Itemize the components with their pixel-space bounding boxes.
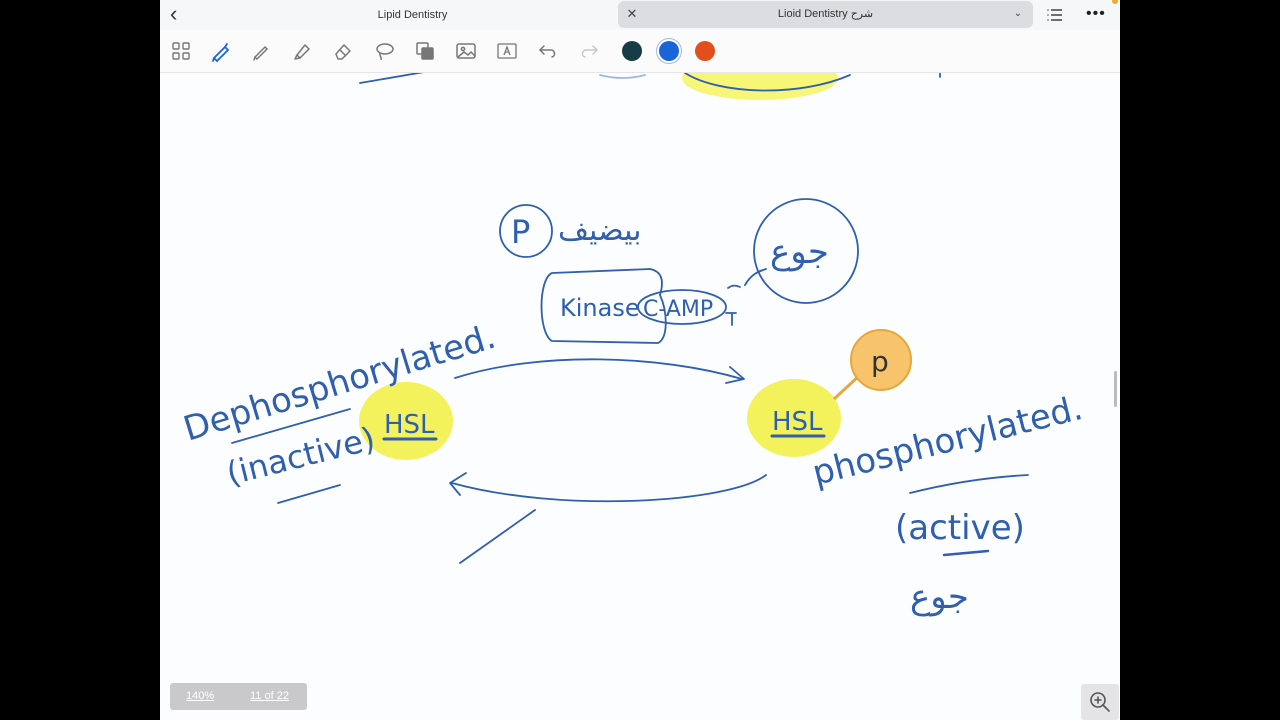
left-underline-2 [277,484,341,504]
chevron-down-icon[interactable]: ⌄ [1011,7,1025,21]
previous-stroke-fragment [359,73,424,84]
shapes-tool-icon[interactable] [414,40,436,62]
undo-icon[interactable] [537,40,559,62]
forward-arrow [454,358,743,380]
title-bar: ‹ Lipid Dentistry Lioid Dentistry شرح ✕ … [160,0,1120,30]
p-circle-label: P [511,213,530,251]
arabic-bottom-label: جوع [910,577,969,617]
document-title-inactive[interactable]: Lipid Dentistry [160,0,665,30]
arabic-note-top: بيضيف [558,213,642,248]
phosphate-label: p [871,345,889,378]
color-swatch-orange[interactable] [695,41,715,61]
lasso-tool-icon[interactable] [373,40,395,62]
kinase-label: Kinase [560,294,640,322]
text-tool-icon[interactable] [496,40,518,62]
page-status-pill[interactable]: 140% 11 of 22 [170,683,307,710]
right-state-note: (active) [895,508,1025,548]
hsl-left-label: HSL [384,410,435,440]
list-view-icon[interactable] [1046,6,1064,24]
hsl-right-label: HSL [772,407,823,437]
document-tab-title: Lioid Dentistry شرح [777,8,874,20]
more-options-icon[interactable]: ••• [1086,5,1110,23]
right-underline-1 [909,474,1029,494]
previous-stroke-fragment [599,74,646,79]
notes-app: ‹ Lipid Dentistry Lioid Dentistry شرح ✕ … [160,0,1120,720]
pen-tool-icon[interactable] [210,40,232,63]
document-tab-active[interactable]: Lioid Dentistry شرح ✕ ⌄ [618,1,1033,28]
dangling-arrow-stroke [459,509,536,564]
camp-marks [725,284,741,326]
arabic-hunger-label: جوع [770,232,829,272]
zoom-icon[interactable] [1081,684,1119,720]
page-indicator: 11 of 22 [250,690,289,702]
connector-stroke [744,268,767,286]
note-canvas[interactable]: P بيضيف Kinase C-AMP جوع HSL HSL p Depho… [160,73,1120,720]
color-swatch-dark-teal[interactable] [622,41,642,61]
thumbnails-grid-icon[interactable] [170,40,192,62]
reverse-arrow [451,474,767,503]
close-tab-icon[interactable]: ✕ [624,6,640,22]
scroll-indicator [1114,371,1117,407]
color-swatch-blue[interactable] [659,41,679,61]
highlighter-tool-icon[interactable] [291,40,313,62]
pencil-tool-icon[interactable] [250,40,272,62]
right-underline-2 [942,549,990,557]
redo-icon[interactable] [578,40,600,62]
right-state-label: phosphorylated. [809,388,1087,494]
tool-bar [160,30,1120,73]
notification-dot [1112,0,1118,4]
image-tool-icon[interactable] [455,40,477,62]
eraser-tool-icon[interactable] [332,40,354,62]
handwritten-diagram: P بيضيف Kinase C-AMP جوع HSL HSL p Depho… [179,73,1117,617]
phosphate-bond [832,373,862,401]
zoom-level: 140% [186,690,215,702]
camp-label: C-AMP [643,297,713,322]
